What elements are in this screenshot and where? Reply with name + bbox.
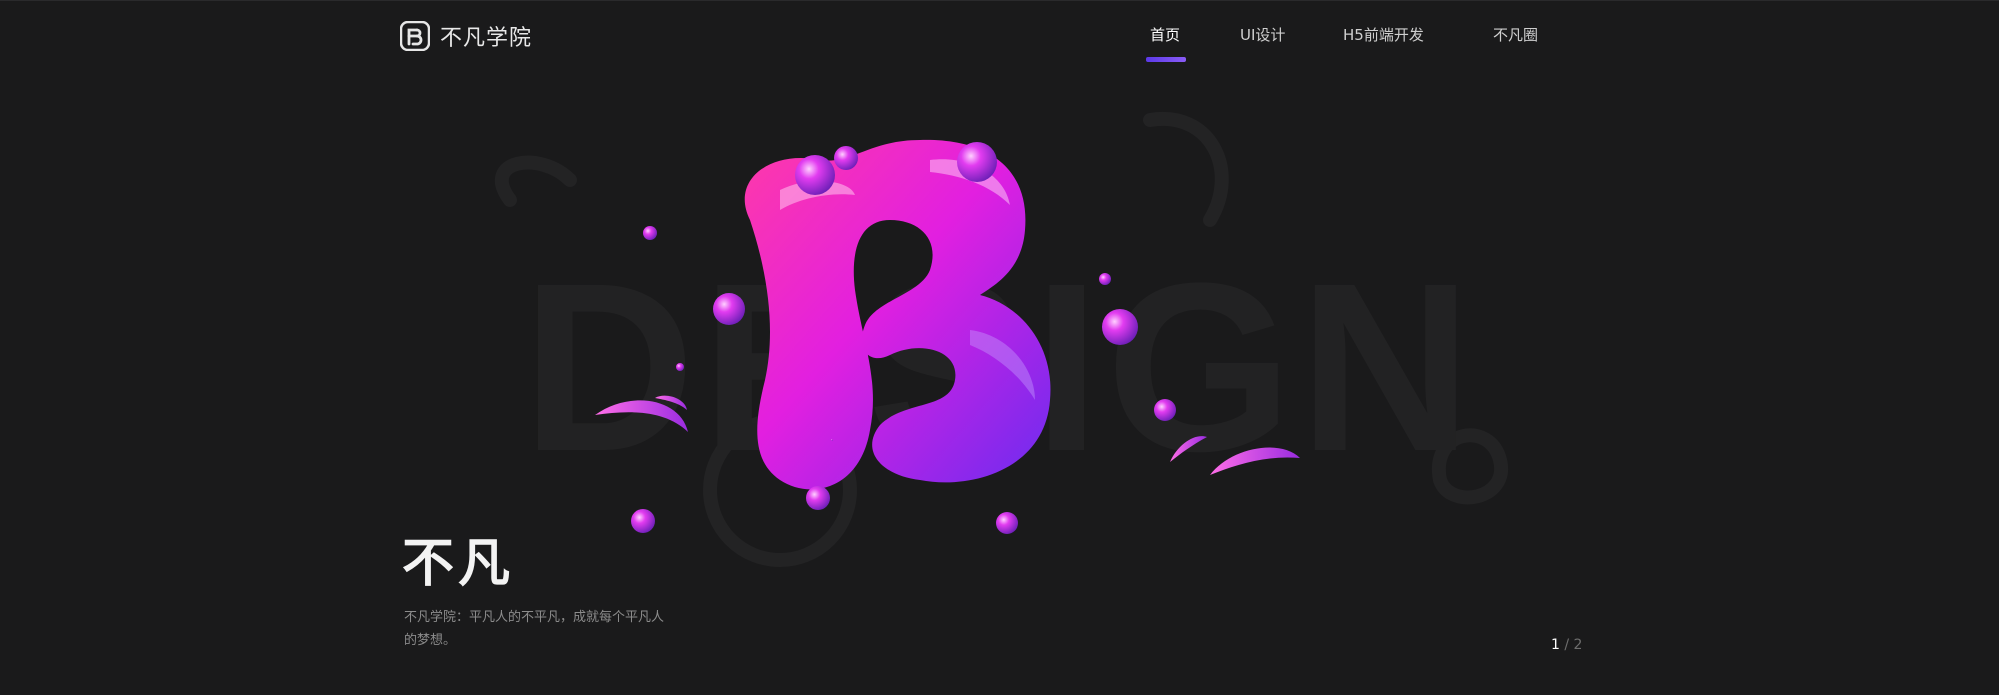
slide-pager: 1 / 2: [1551, 637, 1582, 653]
pager-current: 1: [1551, 637, 1560, 653]
pager-total: 2: [1573, 637, 1583, 653]
pager-separator: /: [1564, 637, 1570, 653]
nav-item-ui-design[interactable]: UI设计: [1240, 24, 1285, 45]
hero-description: 不凡学院：平凡人的不平凡，成就每个平凡人的梦想。: [404, 610, 665, 648]
nav-item-community[interactable]: 不凡圈: [1493, 24, 1538, 45]
hero-artwork: DESIGN: [495, 111, 1509, 567]
hero-title: 不凡: [402, 533, 515, 594]
main-nav: 首页 UI设计 H5前端开发 不凡圈: [0, 20, 1999, 70]
top-border: [0, 0, 1999, 1]
nav-active-indicator: [1146, 57, 1186, 62]
nav-item-home[interactable]: 首页: [1150, 24, 1180, 45]
nav-item-h5-frontend[interactable]: H5前端开发: [1343, 24, 1424, 45]
